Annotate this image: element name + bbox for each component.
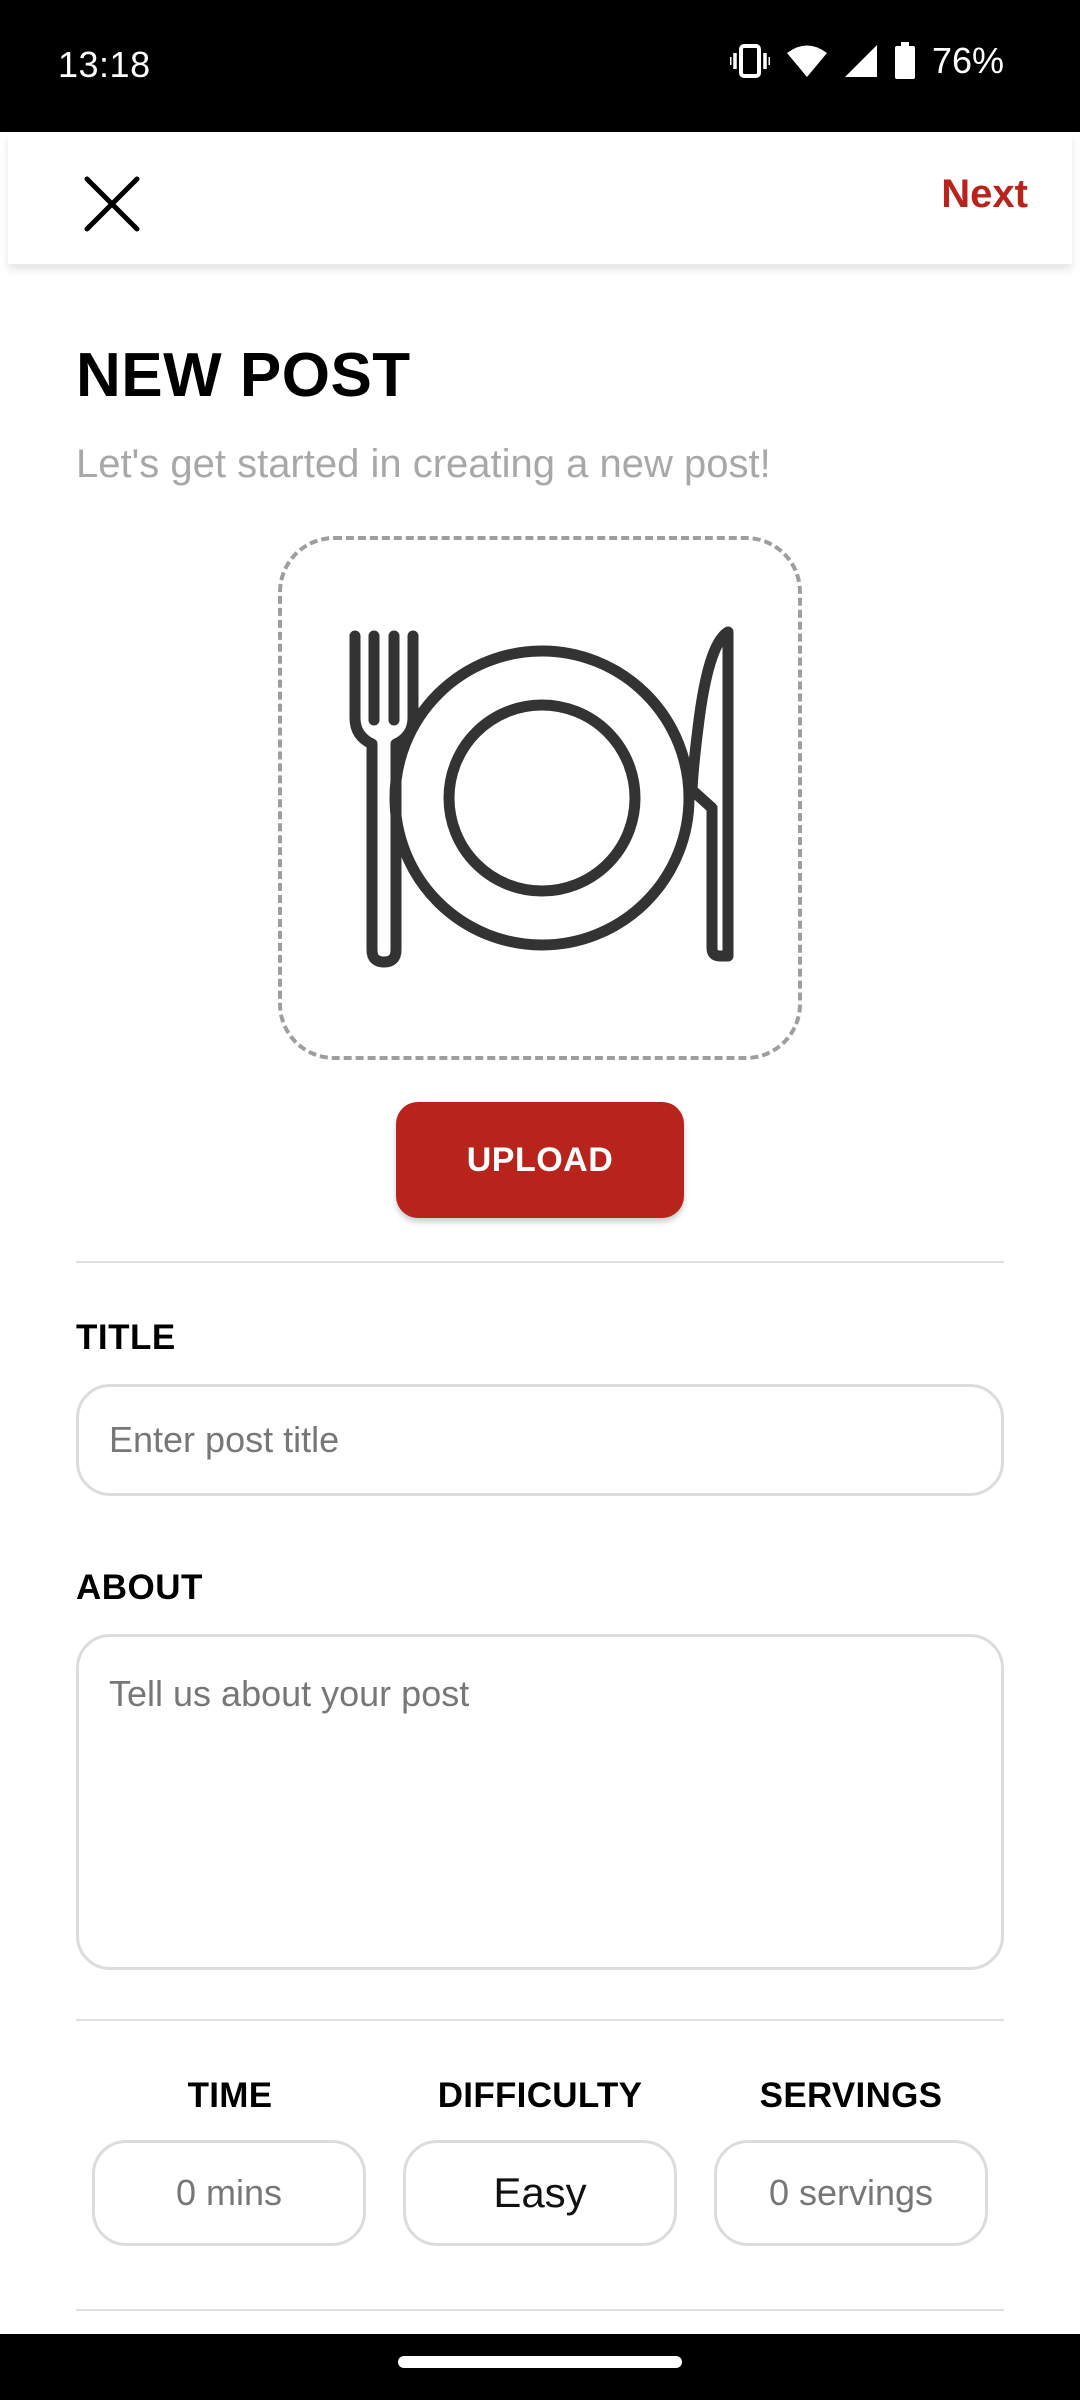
signal-icon — [844, 45, 877, 77]
home-indicator[interactable] — [398, 2356, 682, 2368]
difficulty-field[interactable]: Easy — [403, 2140, 677, 2246]
battery-icon — [894, 42, 915, 79]
top-app-bar: Next — [8, 132, 1072, 264]
time-field[interactable]: 0 mins — [92, 2140, 366, 2246]
upload-button[interactable]: UPLOAD — [396, 1102, 684, 1218]
divider — [76, 2019, 1004, 2021]
difficulty-label: DIFFICULTY — [437, 2076, 643, 2115]
status-time: 13:18 — [58, 44, 151, 85]
title-input[interactable] — [76, 1384, 1004, 1496]
status-icons: 76% — [729, 40, 1004, 82]
title-label: TITLE — [76, 1318, 176, 1357]
divider — [76, 2309, 1004, 2311]
page-title: NEW POST — [76, 341, 411, 410]
close-icon — [84, 176, 140, 232]
status-bar: 13:18 76% — [0, 0, 1080, 132]
plate-cutlery-icon — [349, 626, 734, 968]
about-textarea[interactable] — [76, 1634, 1004, 1970]
servings-field[interactable]: 0 servings — [714, 2140, 988, 2246]
time-label: TIME — [187, 2076, 273, 2115]
divider — [76, 1261, 1004, 1263]
image-dropzone[interactable] — [278, 536, 802, 1060]
battery-percent: 76% — [931, 40, 1004, 81]
wifi-icon — [786, 45, 827, 77]
vibrate-icon — [729, 44, 770, 78]
system-nav-bar — [0, 2334, 1080, 2400]
close-button[interactable] — [80, 172, 144, 236]
next-button[interactable]: Next — [941, 172, 1028, 217]
page-subtitle: Let's get started in creating a new post… — [76, 442, 771, 486]
servings-label: SERVINGS — [759, 2076, 943, 2115]
about-label: ABOUT — [76, 1568, 203, 1607]
